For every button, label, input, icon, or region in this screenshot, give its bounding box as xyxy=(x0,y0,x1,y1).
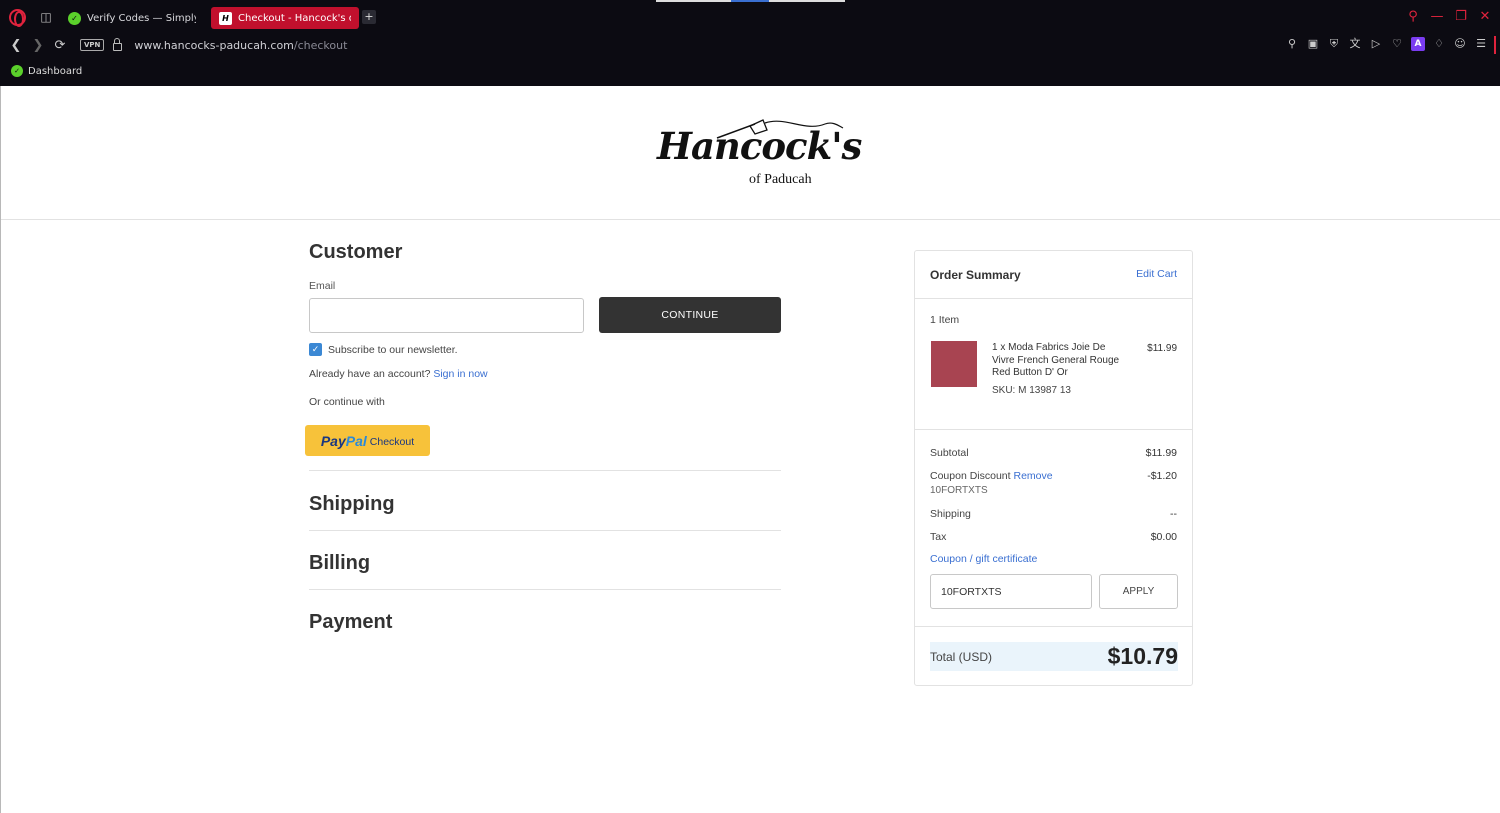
url-field[interactable]: www.hancocks-paducah.com/checkout xyxy=(134,39,347,52)
search-tabs-icon[interactable]: ⚲ xyxy=(1406,9,1420,24)
workspaces-icon[interactable]: ◫ xyxy=(38,9,54,25)
paypal-checkout-label: Checkout xyxy=(369,435,415,448)
url-host: www.hancocks-paducah.com xyxy=(134,38,294,52)
logo-wordmark: Hancock's xyxy=(657,124,862,168)
coupon-gift-certificate-link[interactable]: Coupon / gift certificate xyxy=(930,553,1037,565)
item-count: 1 Item xyxy=(930,314,960,326)
dashboard-favicon-icon: ✓ xyxy=(11,65,23,77)
window-controls: ⚲ — ❐ ✕ xyxy=(1406,9,1492,24)
product-name: 1 x Moda Fabrics Joie De Vivre French Ge… xyxy=(992,342,1120,378)
subtotal-label: Subtotal xyxy=(930,447,969,459)
total-label: Total (USD) xyxy=(930,650,993,664)
tax-value: $0.00 xyxy=(1150,531,1177,543)
tab-strip: ◫ ✓ Verify Codes — SimplyCo H Checkout -… xyxy=(0,0,1500,34)
email-label: Email xyxy=(309,280,336,292)
product-sku: SKU: M 13987 13 xyxy=(992,385,1071,396)
billing-heading: Billing xyxy=(309,552,371,574)
new-tab-button[interactable]: + xyxy=(362,10,376,24)
sign-in-link[interactable]: Sign in now xyxy=(433,368,487,380)
page: Hancock's of Paducah Customer Email CONT… xyxy=(0,86,1500,813)
restore-icon[interactable]: ❐ xyxy=(1454,9,1468,24)
product-thumbnail xyxy=(931,341,977,387)
simplycodes-favicon-icon: ✓ xyxy=(68,11,81,25)
tab-label: Verify Codes — SimplyCo xyxy=(87,12,196,24)
forward-icon[interactable]: ❯ xyxy=(28,38,48,53)
order-summary-title: Order Summary xyxy=(930,268,1021,282)
site-logo[interactable]: Hancock's of Paducah xyxy=(655,118,862,190)
apply-coupon-button[interactable]: APPLY xyxy=(1099,574,1178,609)
tax-label: Tax xyxy=(930,531,947,543)
or-continue-text: Or continue with xyxy=(309,396,385,408)
section-divider xyxy=(309,530,781,531)
total-row: Total (USD) $10.79 xyxy=(930,642,1178,671)
pin-icon[interactable]: ⚲ xyxy=(1285,37,1299,51)
shield-icon[interactable]: ⛨ xyxy=(1327,37,1341,51)
tab-verify-codes[interactable]: ✓ Verify Codes — SimplyCo xyxy=(60,7,204,29)
translate-icon[interactable]: 文 xyxy=(1348,37,1362,51)
coupon-code-input[interactable]: 10FORTXTS xyxy=(930,574,1092,609)
account-row: Already have an account? Sign in now xyxy=(309,368,488,380)
coupon-discount-row: Coupon Discount Remove xyxy=(930,470,1053,482)
summary-divider xyxy=(915,429,1192,430)
tab-label: Checkout - Hancock's of xyxy=(238,12,351,24)
newsletter-row: ✓ Subscribe to our newsletter. xyxy=(309,343,458,356)
bookmarks-bar: ✓ Dashboard xyxy=(0,60,82,82)
shipping-value: -- xyxy=(1170,508,1177,520)
bookmark-dashboard[interactable]: Dashboard xyxy=(28,66,82,77)
profile-icon[interactable]: ☺ xyxy=(1453,37,1467,51)
play-icon[interactable]: ▷ xyxy=(1369,37,1383,51)
back-icon[interactable]: ❮ xyxy=(6,38,26,53)
shipping-label: Shipping xyxy=(930,508,971,520)
sku-label: SKU: xyxy=(992,385,1016,396)
edit-cart-link[interactable]: Edit Cart xyxy=(1136,268,1177,280)
coupon-discount-value: -$1.20 xyxy=(1147,470,1177,482)
payment-heading: Payment xyxy=(309,611,393,633)
summary-divider xyxy=(915,626,1192,627)
newsletter-checkbox[interactable]: ✓ xyxy=(309,343,322,356)
paypal-logo-pay: Pay xyxy=(320,432,346,449)
customer-heading: Customer xyxy=(309,241,403,263)
menu-icon[interactable]: ☰ xyxy=(1474,37,1488,51)
remove-coupon-link[interactable]: Remove xyxy=(1013,470,1052,482)
site-header: Hancock's of Paducah xyxy=(1,86,1500,220)
tab-checkout[interactable]: H Checkout - Hancock's of xyxy=(211,7,359,29)
extensions-icon[interactable]: ♢ xyxy=(1432,37,1446,51)
account-prompt: Already have an account? xyxy=(309,368,431,380)
shipping-heading: Shipping xyxy=(309,493,395,515)
minimize-icon[interactable]: — xyxy=(1430,9,1444,24)
section-divider xyxy=(309,470,781,471)
paypal-logo-pal: Pal xyxy=(345,432,367,449)
toolbar-icons: ⚲ ▣ ⛨ 文 ▷ ♡ A ♢ ☺ ☰ xyxy=(1285,37,1488,51)
hancocks-favicon-icon: H xyxy=(219,11,232,25)
email-field[interactable] xyxy=(309,298,584,333)
address-bar: ❮ ❯ ⟳ VPN www.hancocks-paducah.com/check… xyxy=(0,34,1500,56)
logo-subtitle: of Paducah xyxy=(749,172,812,187)
coupon-discount-label: Coupon Discount xyxy=(930,470,1011,482)
applied-coupon-code: 10FORTXTS xyxy=(930,485,988,496)
continue-button[interactable]: CONTINUE xyxy=(599,297,781,333)
opera-menu-icon[interactable] xyxy=(9,9,26,27)
url-path: /checkout xyxy=(293,38,348,52)
close-icon[interactable]: ✕ xyxy=(1478,9,1492,24)
heart-icon[interactable]: ♡ xyxy=(1390,37,1404,51)
sidebar-edge xyxy=(1494,36,1496,54)
paypal-checkout-button[interactable]: Pay Pal Checkout xyxy=(305,425,430,456)
aria-icon[interactable]: A xyxy=(1411,37,1425,51)
product-price: $11.99 xyxy=(1147,343,1177,354)
browser-chrome: ◫ ✓ Verify Codes — SimplyCo H Checkout -… xyxy=(0,0,1500,86)
order-summary: Order Summary Edit Cart 1 Item 1 x Moda … xyxy=(914,250,1193,686)
subtotal-value: $11.99 xyxy=(1145,447,1177,459)
sku-value: M 13987 13 xyxy=(1018,385,1071,396)
section-divider xyxy=(309,589,781,590)
total-value: $10.79 xyxy=(1107,643,1178,669)
reload-icon[interactable]: ⟳ xyxy=(50,38,70,53)
newsletter-label: Subscribe to our newsletter. xyxy=(328,343,458,356)
lock-icon[interactable] xyxy=(113,38,123,51)
snapshot-icon[interactable]: ▣ xyxy=(1306,37,1320,51)
vpn-badge[interactable]: VPN xyxy=(80,39,105,51)
summary-divider xyxy=(915,298,1192,299)
